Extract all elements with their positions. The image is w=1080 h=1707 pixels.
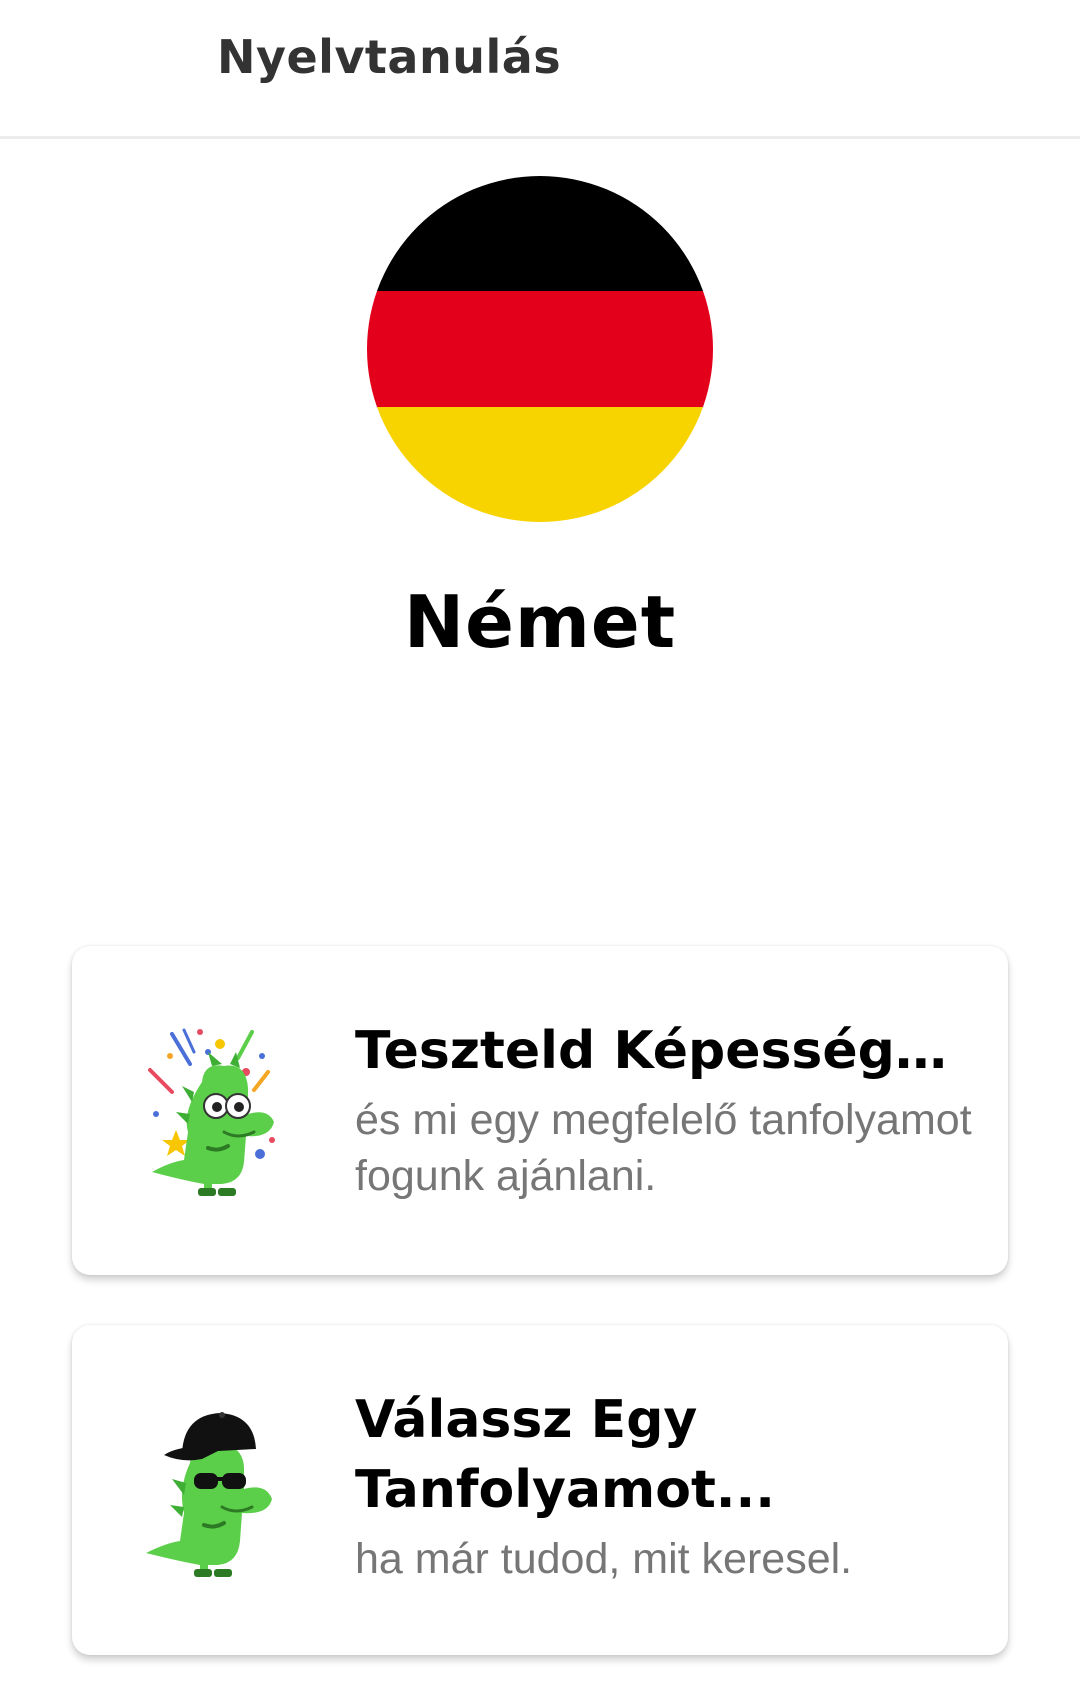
party-dino-icon: [142, 1022, 302, 1202]
test-skills-card[interactable]: Teszteld Képességeid... és mi egy megfel…: [72, 946, 1008, 1275]
app-bar: Nyelvtanulás: [0, 0, 1080, 139]
card-title: Teszteld Képességeid...: [355, 1021, 972, 1081]
cool-dino-icon: [142, 1403, 302, 1583]
choose-course-card[interactable]: Válassz Egy Tanfolyamot... ha már tudod,…: [72, 1325, 1008, 1655]
card-title: Válassz Egy Tanfolyamot...: [355, 1390, 776, 1520]
language-name: Német: [403, 580, 677, 664]
card-subtitle: és mi egy megfelelő tanfolyamot fogunk a…: [355, 1096, 972, 1200]
germany-flag-icon: [367, 176, 713, 522]
page-title: Nyelvtanulás: [217, 30, 562, 84]
card-subtitle: ha már tudod, mit keresel.: [355, 1535, 853, 1583]
